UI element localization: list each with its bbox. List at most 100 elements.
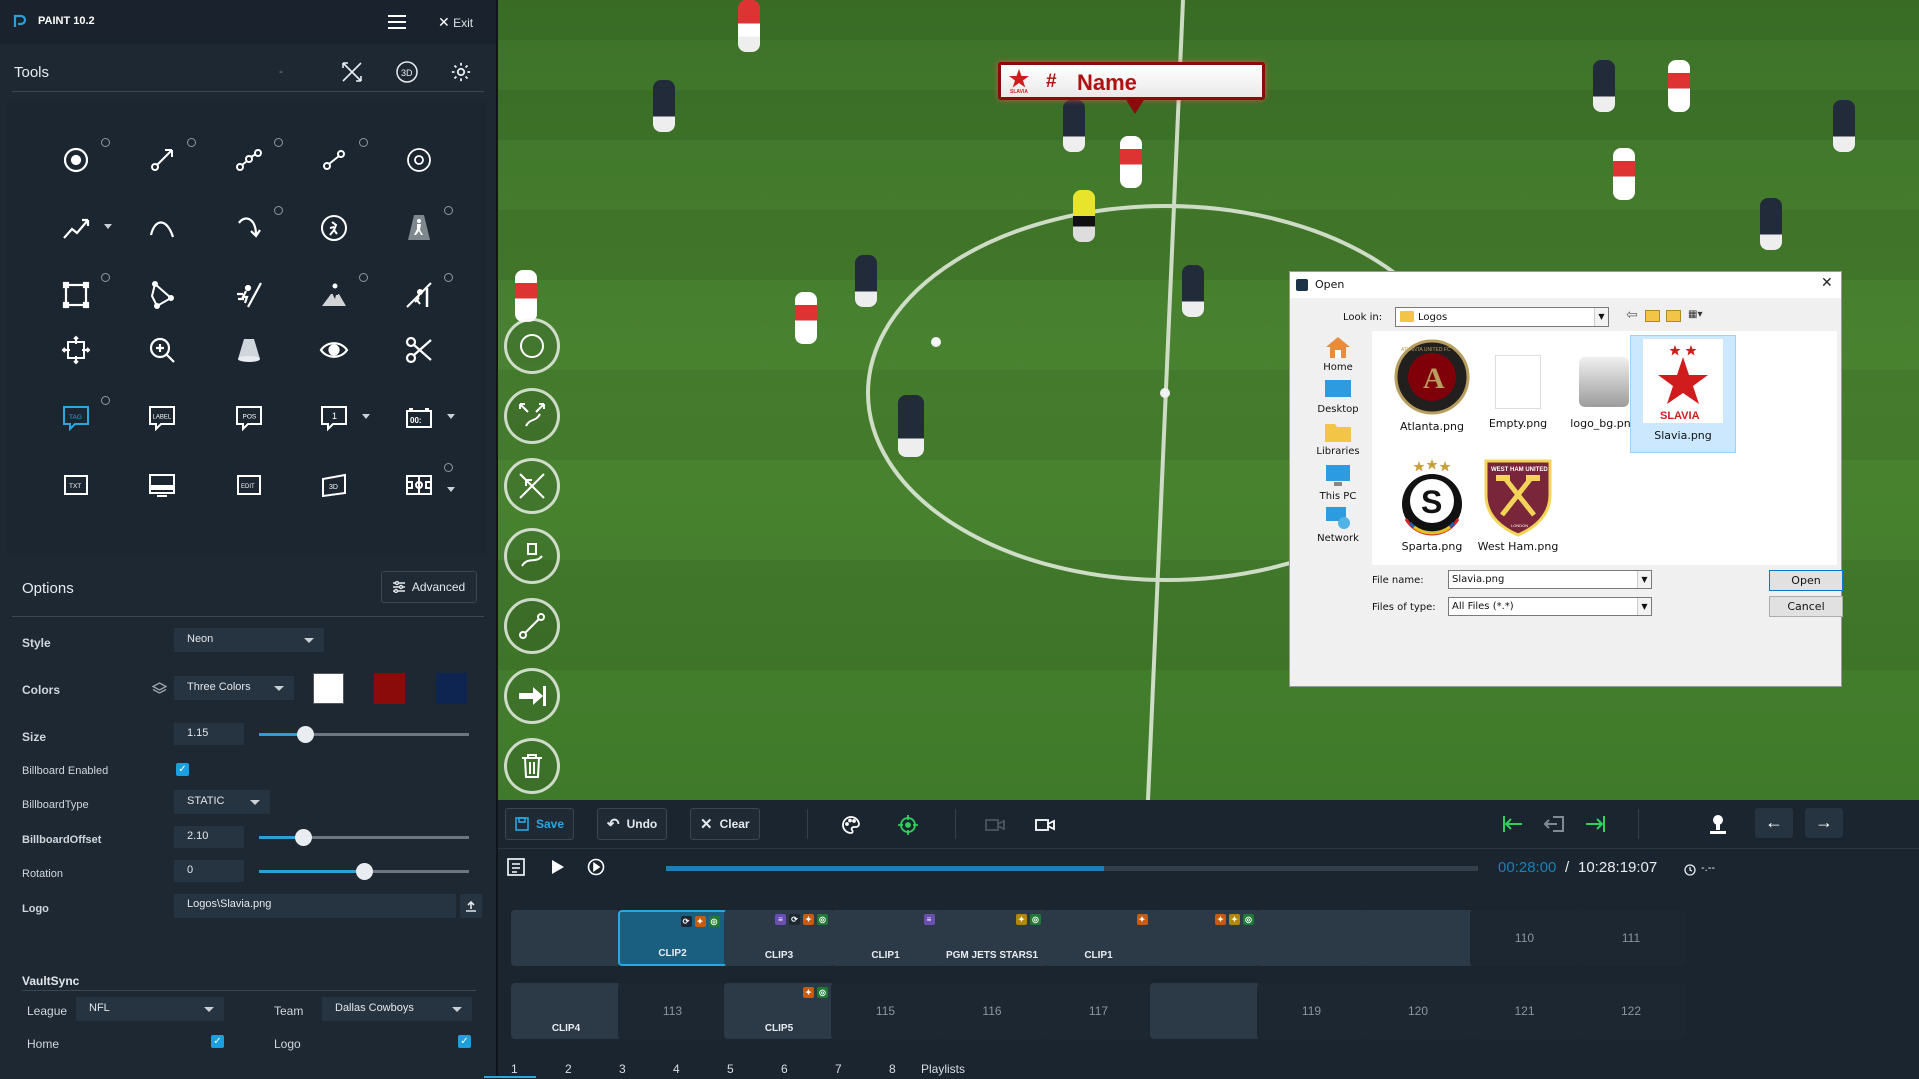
expand-arrows-button[interactable]: [504, 388, 560, 444]
size-slider-knob[interactable]: [297, 726, 315, 743]
size-input[interactable]: 1.15: [174, 723, 244, 745]
tool-position[interactable]: POS: [229, 398, 269, 438]
previous-button[interactable]: ←: [1755, 808, 1793, 838]
rotate-3d-icon[interactable]: 3D: [394, 60, 420, 87]
page-tab[interactable]: 3: [619, 1062, 626, 1076]
tool-player-zone[interactable]: [314, 273, 368, 315]
clip-slot[interactable]: 113: [617, 983, 728, 1039]
settings-gear-icon[interactable]: [450, 61, 472, 86]
page-tab[interactable]: 7: [835, 1062, 842, 1076]
skip-forward-button[interactable]: [504, 668, 560, 724]
clip-slot[interactable]: ✦ ✦ ◎: [1150, 910, 1260, 966]
color-swatch-2[interactable]: [374, 673, 405, 704]
advanced-button[interactable]: Advanced: [381, 571, 477, 603]
clip-slot[interactable]: CLIP5 ✦ ◎: [724, 983, 834, 1039]
tool-zoom[interactable]: [142, 330, 182, 370]
formation-path-button[interactable]: [504, 528, 560, 584]
style-select[interactable]: Neon: [174, 628, 324, 652]
play-icon[interactable]: [551, 859, 565, 878]
menu-icon[interactable]: [388, 15, 406, 29]
cross-arrows-button[interactable]: [504, 458, 560, 514]
clip-slot[interactable]: [1256, 910, 1367, 966]
new-folder-icon[interactable]: [1666, 310, 1681, 322]
tool-field-view[interactable]: [399, 463, 455, 505]
tool-player-motion[interactable]: [229, 275, 269, 315]
tool-link[interactable]: [314, 138, 368, 180]
tool-rectangle[interactable]: [56, 273, 110, 315]
enter-icon[interactable]: [1543, 815, 1565, 836]
clear-button[interactable]: ✕ Clear: [690, 808, 760, 840]
camera-icon[interactable]: [1035, 817, 1055, 836]
save-button[interactable]: Save: [505, 808, 575, 840]
name-tag-overlay[interactable]: SLAVIA # Name: [998, 62, 1265, 114]
clip-slot[interactable]: 111: [1576, 910, 1686, 966]
tool-lower-third[interactable]: [142, 465, 182, 505]
clip-slot[interactable]: [1150, 983, 1260, 1039]
place-desktop[interactable]: Desktop: [1308, 379, 1368, 415]
clip-slot[interactable]: 116: [937, 983, 1047, 1039]
rotation-slider[interactable]: [259, 863, 469, 880]
clip-slot[interactable]: [511, 910, 621, 966]
playback-speed-icon[interactable]: [587, 858, 605, 879]
color-swatch-3[interactable]: [436, 673, 467, 704]
open-button[interactable]: Open: [1769, 570, 1843, 591]
clip-slot[interactable]: 121: [1469, 983, 1580, 1039]
clip-slot[interactable]: CLIP4: [511, 983, 621, 1039]
jump-to-start-icon[interactable]: [1502, 815, 1524, 836]
tool-point[interactable]: [56, 138, 110, 180]
tool-curve[interactable]: [142, 208, 182, 248]
tool-eye-view[interactable]: [314, 330, 354, 370]
up-folder-icon[interactable]: [1645, 310, 1660, 322]
place-home[interactable]: Home: [1308, 335, 1368, 373]
tool-tag[interactable]: TAG: [56, 396, 110, 438]
billboard-type-select[interactable]: STATIC: [174, 790, 270, 814]
color-swatch-1[interactable]: [313, 673, 344, 704]
rotation-input[interactable]: 0: [174, 860, 244, 882]
page-tab[interactable]: 6: [781, 1062, 788, 1076]
tool-move[interactable]: [56, 330, 96, 370]
clip-slot[interactable]: 122: [1576, 983, 1686, 1039]
rotation-slider-knob[interactable]: [356, 863, 373, 880]
team-select[interactable]: Dallas Cowboys: [322, 997, 472, 1021]
file-name-input[interactable]: Slavia.png ▼: [1448, 570, 1652, 589]
league-select[interactable]: NFL: [76, 997, 224, 1021]
draw-circle-button[interactable]: [504, 318, 560, 374]
delete-button[interactable]: [504, 738, 560, 794]
clip-slot[interactable]: 115: [830, 983, 941, 1039]
look-in-select[interactable]: Logos ▼: [1395, 307, 1609, 327]
place-network[interactable]: Network: [1308, 506, 1368, 544]
tool-offside-line[interactable]: [399, 273, 453, 315]
upload-button[interactable]: [460, 894, 482, 918]
tool-number-callout[interactable]: 1: [314, 398, 370, 438]
file-item[interactable]: Empty.png: [1468, 337, 1568, 430]
file-item[interactable]: S Sparta.png: [1382, 457, 1482, 553]
clip-slot[interactable]: [1363, 910, 1473, 966]
exit-button[interactable]: ✕ Exit: [438, 14, 473, 31]
tool-text[interactable]: TXT: [56, 465, 96, 505]
user-pin-icon[interactable]: [1708, 814, 1728, 839]
file-item-selected[interactable]: SLAVIA Slavia.png: [1630, 335, 1736, 453]
playback-progress-bar[interactable]: [666, 866, 1478, 871]
playlists-tab[interactable]: Playlists: [921, 1062, 965, 1076]
clip-slot[interactable]: 120: [1363, 983, 1473, 1039]
line-path-button[interactable]: [504, 598, 560, 654]
cancel-button[interactable]: Cancel: [1769, 596, 1843, 617]
tool-circle[interactable]: [399, 140, 439, 180]
tool-clock[interactable]: 00:: [399, 398, 455, 438]
place-libraries[interactable]: Libraries: [1308, 421, 1368, 457]
tool-player-spotlight[interactable]: [399, 206, 453, 248]
clip-slot[interactable]: CLIP1 ≡: [830, 910, 941, 966]
page-tab[interactable]: 5: [727, 1062, 734, 1076]
size-slider[interactable]: [259, 726, 469, 743]
billboard-offset-input[interactable]: 2.10: [174, 826, 244, 848]
back-arrow-icon[interactable]: ⇦: [1626, 307, 1638, 323]
clip-slot[interactable]: CLIP2 ⟳ ✦ ◎: [617, 910, 728, 966]
file-type-select[interactable]: All Files (*.*) ▼: [1448, 597, 1652, 616]
layers-icon[interactable]: [151, 682, 168, 698]
colors-select[interactable]: Three Colors: [174, 676, 294, 700]
clip-slot[interactable]: CLIP1 ✦: [1043, 910, 1154, 966]
crosshair-icon[interactable]: [898, 815, 918, 838]
dialog-close-icon[interactable]: ✕: [1821, 275, 1833, 291]
page-tab[interactable]: 4: [673, 1062, 680, 1076]
file-item[interactable]: A ATLANTA UNITED FC Atlanta.png: [1382, 337, 1482, 433]
